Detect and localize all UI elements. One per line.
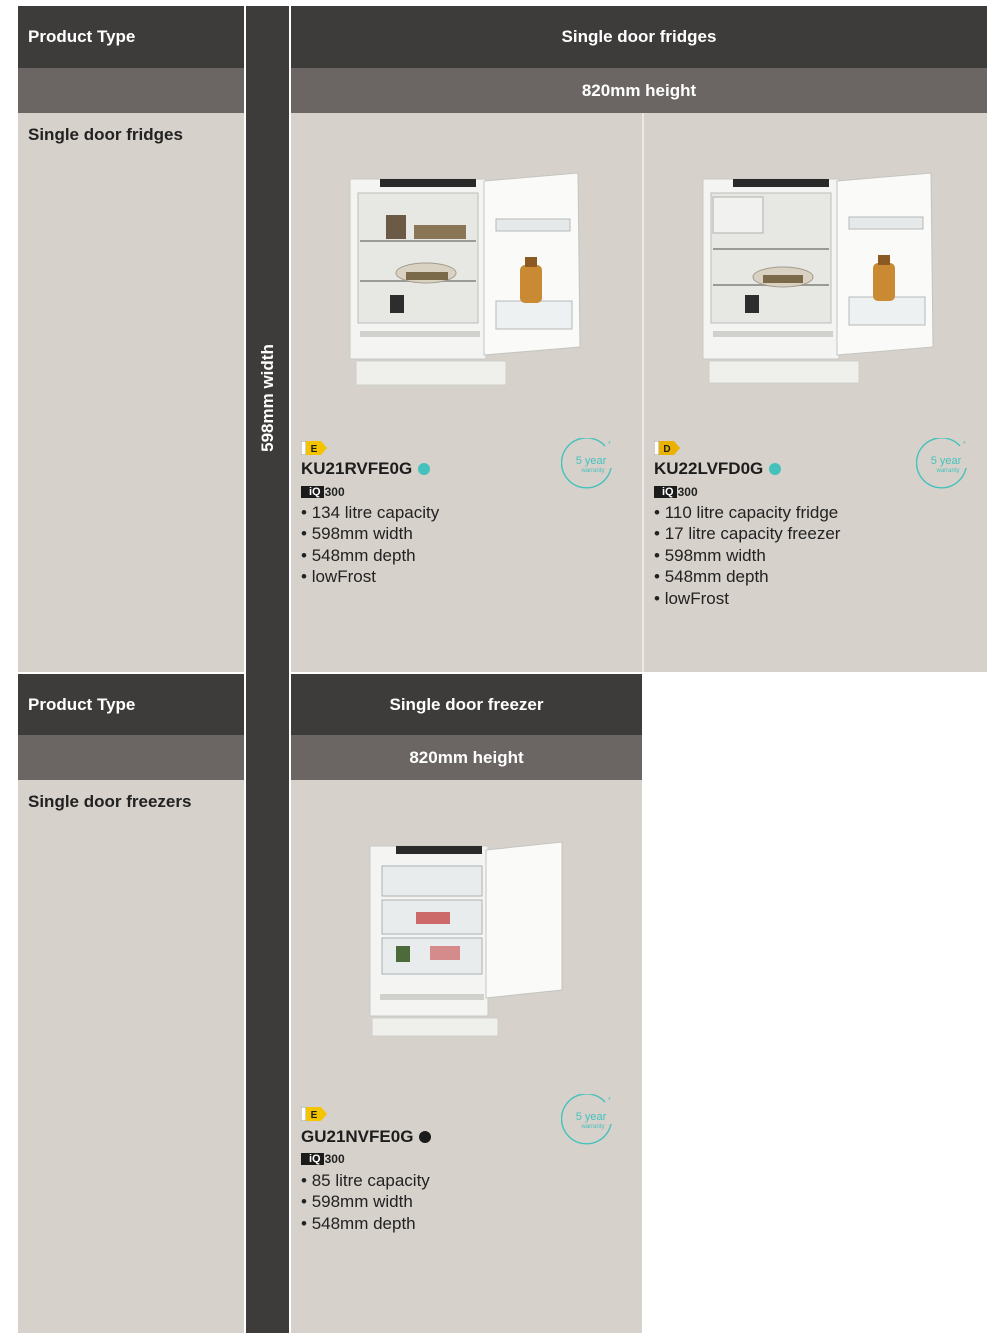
iq-badge: iQ xyxy=(654,486,677,498)
iq-badge: iQ xyxy=(301,486,324,498)
svg-text:warranty: warranty xyxy=(580,468,604,474)
row-label-cell: Single door fridges xyxy=(18,113,244,672)
series-badge: iQ 300 xyxy=(301,485,345,499)
header-label: Product Type xyxy=(28,694,136,714)
energy-label-icon: D xyxy=(654,441,680,455)
home-connect-icon xyxy=(769,463,782,475)
svg-text:E: E xyxy=(311,444,318,455)
spec-item: 85 litre capacity xyxy=(301,1170,430,1191)
category-title: Single door fridges xyxy=(561,27,717,46)
product-card[interactable]: D KU22LVFD0G iQ 300 110 litre capacity f… xyxy=(644,113,987,672)
spec-item: 598mm width xyxy=(654,545,840,566)
model-name: KU22LVFD0G xyxy=(654,459,782,479)
category-header: Single door fridges xyxy=(291,6,987,68)
row-label: Single door freezers xyxy=(28,792,192,811)
spec-list: 85 litre capacity 598mm width 548mm dept… xyxy=(301,1170,430,1234)
fridge-photo xyxy=(349,172,581,386)
series-badge: iQ 300 xyxy=(301,1152,345,1166)
model-text: KU22LVFD0G xyxy=(654,459,764,478)
header-spacer xyxy=(18,68,244,113)
model-text: KU21RVFE0G xyxy=(301,459,413,478)
spec-item: lowFrost xyxy=(654,588,840,609)
spec-item: 598mm width xyxy=(301,523,439,544)
category-title: Single door freezer xyxy=(389,694,544,714)
product-card[interactable]: E KU21RVFE0G iQ 300 134 litre capacity 5… xyxy=(291,113,642,672)
product-card[interactable]: E GU21NVFE0G iQ 300 85 litre capacity 59… xyxy=(291,780,642,1333)
svg-text:*: * xyxy=(608,441,611,448)
width-column: 598mm width xyxy=(246,6,289,1333)
warranty-badge-icon: * 5 year warranty xyxy=(561,1094,612,1145)
row-label: Single door fridges xyxy=(28,125,183,144)
series-number: 300 xyxy=(324,1152,345,1166)
height-header: 820mm height xyxy=(291,68,987,113)
warranty-badge-icon: * 5 year warranty xyxy=(916,438,967,489)
iq-badge: iQ xyxy=(301,1153,324,1165)
svg-text:D: D xyxy=(663,444,670,455)
svg-text:5 year: 5 year xyxy=(576,455,607,467)
fridge-photo xyxy=(702,172,934,384)
product-type-header: Product Type xyxy=(18,6,244,68)
spec-item: lowFrost xyxy=(301,566,439,587)
row-label-cell: Single door freezers xyxy=(18,780,244,1333)
freshness-q-icon xyxy=(419,1131,432,1143)
header-spacer xyxy=(18,735,244,780)
spec-list: 134 litre capacity 598mm width 548mm dep… xyxy=(301,502,440,588)
spec-item: 110 litre capacity fridge xyxy=(654,502,840,523)
svg-text:*: * xyxy=(963,441,966,448)
model-name: GU21NVFE0G xyxy=(301,1127,432,1147)
spec-list: 110 litre capacity fridge 17 litre capac… xyxy=(654,502,841,609)
spec-item: 134 litre capacity xyxy=(301,502,440,523)
warranty-badge-icon: * 5 year warranty xyxy=(561,438,612,489)
spec-item: 548mm depth xyxy=(654,566,840,587)
width-label: 598mm width xyxy=(258,344,277,452)
series-number: 300 xyxy=(324,485,345,499)
spec-item: 548mm depth xyxy=(301,545,439,566)
header-label: Product Type xyxy=(28,27,136,46)
series-badge: iQ 300 xyxy=(654,485,698,499)
category-header: Single door freezer xyxy=(291,674,642,735)
freezer-photo xyxy=(369,841,563,1037)
spec-item: 17 litre capacity freezer xyxy=(654,523,841,544)
svg-text:5 year: 5 year xyxy=(931,455,962,467)
spec-item: 598mm width xyxy=(301,1191,430,1212)
svg-text:E: E xyxy=(311,1110,318,1121)
svg-text:warranty: warranty xyxy=(935,468,959,474)
product-type-header: Product Type xyxy=(18,674,244,735)
height-label: 820mm height xyxy=(581,80,697,100)
spec-item: 548mm depth xyxy=(301,1213,430,1234)
home-connect-icon xyxy=(418,463,431,475)
svg-text:warranty: warranty xyxy=(580,1124,604,1130)
series-number: 300 xyxy=(677,485,698,499)
height-label: 820mm height xyxy=(409,747,524,767)
height-header: 820mm height xyxy=(291,735,642,780)
svg-text:*: * xyxy=(608,1097,611,1104)
model-name: KU21RVFE0G xyxy=(301,459,431,479)
svg-text:5 year: 5 year xyxy=(576,1111,607,1123)
energy-label-icon: E xyxy=(301,441,327,455)
energy-label-icon: E xyxy=(301,1107,327,1121)
model-text: GU21NVFE0G xyxy=(301,1127,414,1146)
